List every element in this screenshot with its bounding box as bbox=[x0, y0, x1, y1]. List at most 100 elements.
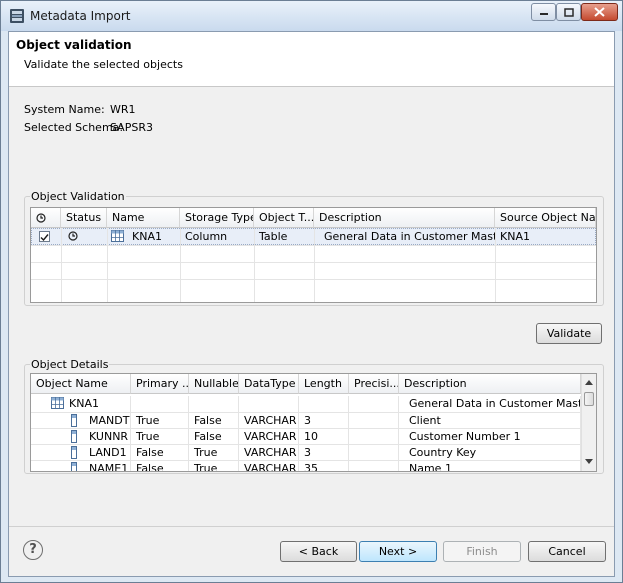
maximize-icon bbox=[563, 7, 574, 17]
field-description: Customer Number 1 bbox=[404, 429, 581, 445]
field-description: Client bbox=[404, 413, 581, 429]
field-name: KUNNR bbox=[84, 429, 131, 445]
field-name: MANDT bbox=[84, 413, 131, 429]
clock-icon bbox=[36, 213, 46, 223]
close-icon bbox=[594, 7, 605, 17]
col-source-object-header[interactable]: Source Object Na... bbox=[495, 208, 596, 228]
window-title: Metadata Import bbox=[30, 9, 131, 23]
field-description: Country Key bbox=[404, 445, 581, 461]
object-details-label: Object Details bbox=[30, 358, 110, 371]
field-datatype: VARCHAR bbox=[239, 429, 299, 445]
scroll-thumb[interactable] bbox=[584, 392, 594, 406]
col-description-header[interactable]: Description bbox=[399, 374, 581, 394]
field-primary: True bbox=[131, 429, 189, 445]
field-length: 10 bbox=[299, 429, 349, 445]
cell-empty bbox=[131, 396, 189, 412]
column-field-icon bbox=[71, 462, 77, 471]
minimize-button[interactable] bbox=[531, 3, 556, 21]
grid-line bbox=[61, 228, 62, 302]
field-primary: False bbox=[131, 445, 189, 461]
back-button[interactable]: < Back bbox=[280, 541, 357, 562]
cell-empty bbox=[299, 396, 349, 412]
validation-table[interactable]: Status Name Storage Type Object T... Des… bbox=[30, 207, 597, 303]
field-precision bbox=[349, 429, 399, 445]
grid-line bbox=[495, 228, 496, 302]
footer-separator bbox=[9, 526, 614, 527]
page-title: Object validation bbox=[16, 38, 132, 52]
finish-button: Finish bbox=[443, 541, 521, 562]
col-datatype-header[interactable]: DataType bbox=[239, 374, 299, 394]
field-description: Name 1 bbox=[404, 461, 581, 471]
grid-line bbox=[180, 228, 181, 302]
metadata-app-icon bbox=[10, 9, 24, 23]
field-datatype: VARCHAR bbox=[239, 445, 299, 461]
field-precision bbox=[349, 445, 399, 461]
selected-schema-value: SAPSR3 bbox=[110, 121, 153, 134]
system-name-label: System Name: bbox=[24, 103, 105, 116]
table-icon bbox=[51, 397, 64, 409]
field-nullable: False bbox=[189, 429, 239, 445]
field-name: LAND1 bbox=[84, 445, 131, 461]
cell-empty bbox=[239, 396, 299, 412]
row-checkbox[interactable] bbox=[39, 231, 50, 242]
close-button[interactable] bbox=[581, 3, 618, 21]
grid-line bbox=[254, 228, 255, 302]
details-table[interactable]: Object Name Primary ... Nullable DataTyp… bbox=[30, 373, 597, 472]
column-field-icon bbox=[71, 430, 77, 443]
cancel-button[interactable]: Cancel bbox=[528, 541, 606, 562]
cell-empty bbox=[349, 396, 399, 412]
col-object-type-header[interactable]: Object T... bbox=[254, 208, 314, 228]
cell-empty bbox=[189, 396, 239, 412]
field-length: 3 bbox=[299, 445, 349, 461]
parent-name: KNA1 bbox=[64, 396, 131, 412]
field-precision bbox=[349, 413, 399, 429]
col-description-header[interactable]: Description bbox=[314, 208, 495, 228]
title-bar[interactable]: Metadata Import bbox=[1, 1, 622, 31]
maximize-button[interactable] bbox=[556, 3, 581, 21]
dialog-window: Metadata Import Object validation Valida… bbox=[0, 0, 623, 583]
grid-line bbox=[107, 228, 108, 302]
next-button[interactable]: Next > bbox=[359, 541, 437, 562]
field-precision bbox=[349, 461, 399, 471]
col-status-header[interactable]: Status bbox=[61, 208, 107, 228]
object-validation-label: Object Validation bbox=[30, 190, 126, 203]
col-primary-header[interactable]: Primary ... bbox=[131, 374, 189, 394]
column-field-icon bbox=[71, 414, 77, 427]
field-primary: True bbox=[131, 413, 189, 429]
col-object-name-header[interactable]: Object Name bbox=[31, 374, 131, 394]
checkmark-icon bbox=[40, 234, 49, 242]
field-nullable: True bbox=[189, 461, 239, 471]
col-name-header[interactable]: Name bbox=[107, 208, 180, 228]
col-storage-type-header[interactable]: Storage Type bbox=[180, 208, 254, 228]
row-source-object: KNA1 bbox=[500, 230, 530, 243]
row-object-type: Table bbox=[259, 230, 288, 243]
wizard-header: Object validation Validate the selected … bbox=[9, 32, 614, 87]
help-icon[interactable]: ? bbox=[23, 540, 43, 560]
column-field-icon bbox=[71, 446, 77, 459]
field-length: 3 bbox=[299, 413, 349, 429]
field-nullable: False bbox=[189, 413, 239, 429]
clock-icon bbox=[68, 231, 78, 241]
grid-line bbox=[314, 228, 315, 302]
col-nullable-header[interactable]: Nullable bbox=[189, 374, 239, 394]
field-primary: False bbox=[131, 461, 189, 471]
field-datatype: VARCHAR bbox=[239, 413, 299, 429]
col-status-icon-header[interactable] bbox=[31, 208, 61, 228]
table-icon bbox=[111, 230, 124, 242]
row-description: General Data in Customer Master ... bbox=[324, 230, 495, 243]
page-subtitle: Validate the selected objects bbox=[24, 58, 183, 71]
details-scrollbar[interactable] bbox=[581, 374, 596, 471]
row-name: KNA1 bbox=[132, 230, 162, 243]
scroll-down-icon[interactable] bbox=[585, 459, 593, 464]
field-length: 35 bbox=[299, 461, 349, 471]
scroll-up-icon[interactable] bbox=[585, 380, 593, 385]
parent-description: General Data in Customer Master ... bbox=[404, 396, 581, 412]
validate-button[interactable]: Validate bbox=[536, 323, 602, 344]
field-nullable: True bbox=[189, 445, 239, 461]
field-name: NAME1 bbox=[84, 461, 131, 471]
minimize-icon bbox=[539, 13, 548, 15]
col-length-header[interactable]: Length bbox=[299, 374, 349, 394]
col-precision-header[interactable]: Precisi... bbox=[349, 374, 399, 394]
selected-schema-label: Selected Schema: bbox=[24, 121, 124, 134]
field-datatype: VARCHAR bbox=[239, 461, 299, 471]
